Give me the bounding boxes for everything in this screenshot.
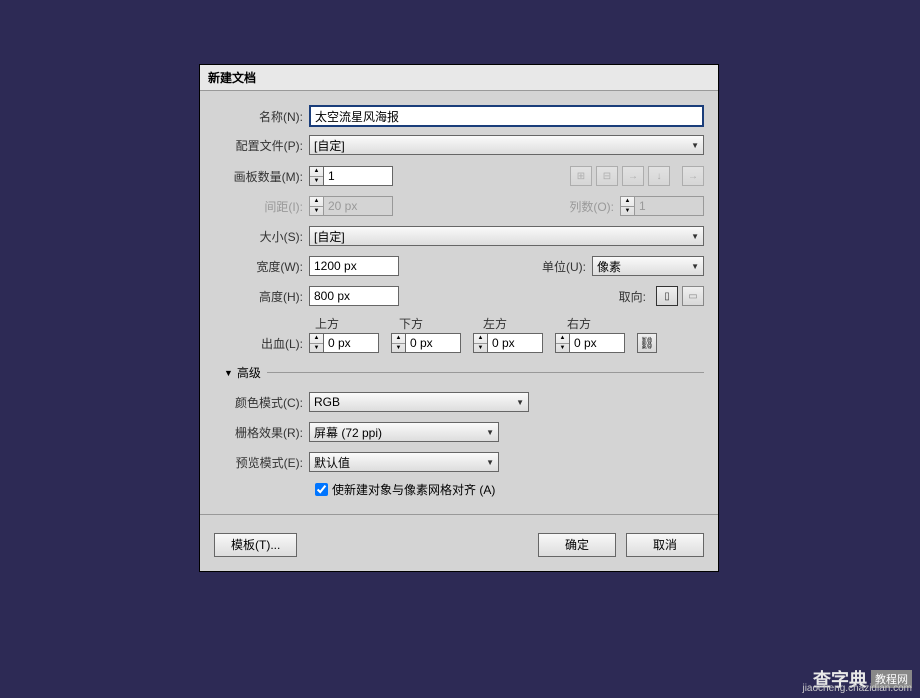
bleed-bottom-input[interactable] — [405, 333, 461, 353]
align-pixels-checkbox[interactable] — [315, 483, 328, 496]
advanced-toggle-icon[interactable]: ▼ — [224, 368, 233, 378]
align-pixels-label: 使新建对象与像素网格对齐 (A) — [332, 481, 495, 498]
preview-dropdown[interactable]: 默认值 — [309, 452, 499, 472]
raster-value: 屏幕 (72 ppi) — [314, 424, 382, 441]
arrange-right-icon: → — [622, 166, 644, 186]
units-label: 单位(U): — [522, 258, 592, 275]
columns-input — [634, 196, 704, 216]
bleed-right-input[interactable] — [569, 333, 625, 353]
units-value: 像素 — [597, 258, 621, 275]
size-dropdown[interactable]: [自定] — [309, 226, 704, 246]
portrait-icon[interactable]: ▯ — [656, 286, 678, 306]
color-mode-dropdown[interactable]: RGB — [309, 392, 529, 412]
bleed-bottom-label: 下方 — [399, 315, 483, 332]
dialog-content: 名称(N): 配置文件(P): [自定] 画板数量(M): ▲▼ ⊞ ⊟ → ↓… — [200, 91, 718, 508]
color-mode-value: RGB — [314, 395, 340, 409]
raster-dropdown[interactable]: 屏幕 (72 ppi) — [309, 422, 499, 442]
watermark: 查字典 教程网 jiaocheng.chazidian.com — [813, 666, 912, 692]
color-mode-label: 颜色模式(C): — [214, 394, 309, 411]
name-input[interactable] — [309, 105, 704, 127]
spacing-input — [323, 196, 393, 216]
bleed-right-spinner[interactable]: ▲▼ — [555, 333, 625, 353]
bleed-left-input[interactable] — [487, 333, 543, 353]
template-button[interactable]: 模板(T)... — [214, 533, 297, 557]
bleed-top-label: 上方 — [315, 315, 399, 332]
bleed-left-label: 左方 — [483, 315, 567, 332]
size-label: 大小(S): — [214, 228, 309, 245]
grid-row-icon: ⊞ — [570, 166, 592, 186]
bleed-top-spinner[interactable]: ▲▼ — [309, 333, 379, 353]
spacing-spinner: ▲▼ — [309, 196, 393, 216]
width-input[interactable] — [309, 256, 399, 276]
preview-value: 默认值 — [314, 454, 350, 471]
landscape-icon[interactable]: ▭ — [682, 286, 704, 306]
columns-label: 列数(O): — [550, 198, 620, 215]
spacing-label: 间距(I): — [214, 198, 309, 215]
new-document-dialog: 新建文档 名称(N): 配置文件(P): [自定] 画板数量(M): ▲▼ ⊞ … — [199, 64, 719, 572]
link-bleed-icon[interactable]: ⛓ — [637, 333, 657, 353]
size-value: [自定] — [314, 228, 345, 245]
advanced-label: 高级 — [237, 364, 261, 381]
bleed-left-spinner[interactable]: ▲▼ — [473, 333, 543, 353]
artboards-input[interactable] — [323, 166, 393, 186]
grid-col-icon: ⊟ — [596, 166, 618, 186]
bleed-right-label: 右方 — [567, 315, 651, 332]
profile-label: 配置文件(P): — [214, 137, 309, 154]
width-label: 宽度(W): — [214, 258, 309, 275]
columns-spinner: ▲▼ — [620, 196, 704, 216]
ok-button[interactable]: 确定 — [538, 533, 616, 557]
profile-dropdown[interactable]: [自定] — [309, 135, 704, 155]
arrange-down-icon: ↓ — [648, 166, 670, 186]
cancel-button[interactable]: 取消 — [626, 533, 704, 557]
bleed-label: 出血(L): — [214, 335, 309, 352]
divider — [267, 372, 704, 373]
artboards-label: 画板数量(M): — [214, 168, 309, 185]
name-label: 名称(N): — [214, 108, 309, 125]
raster-label: 栅格效果(R): — [214, 424, 309, 441]
arrow-icon: → — [682, 166, 704, 186]
orientation-label: 取向: — [582, 288, 652, 305]
units-dropdown[interactable]: 像素 — [592, 256, 704, 276]
watermark-url: jiaocheng.chazidian.com — [802, 683, 912, 694]
height-input[interactable] — [309, 286, 399, 306]
bleed-top-input[interactable] — [323, 333, 379, 353]
profile-value: [自定] — [314, 137, 345, 154]
divider — [200, 514, 718, 515]
dialog-title: 新建文档 — [200, 65, 718, 91]
bleed-bottom-spinner[interactable]: ▲▼ — [391, 333, 461, 353]
preview-label: 预览模式(E): — [214, 454, 309, 471]
artboards-spinner[interactable]: ▲▼ — [309, 166, 393, 186]
height-label: 高度(H): — [214, 288, 309, 305]
